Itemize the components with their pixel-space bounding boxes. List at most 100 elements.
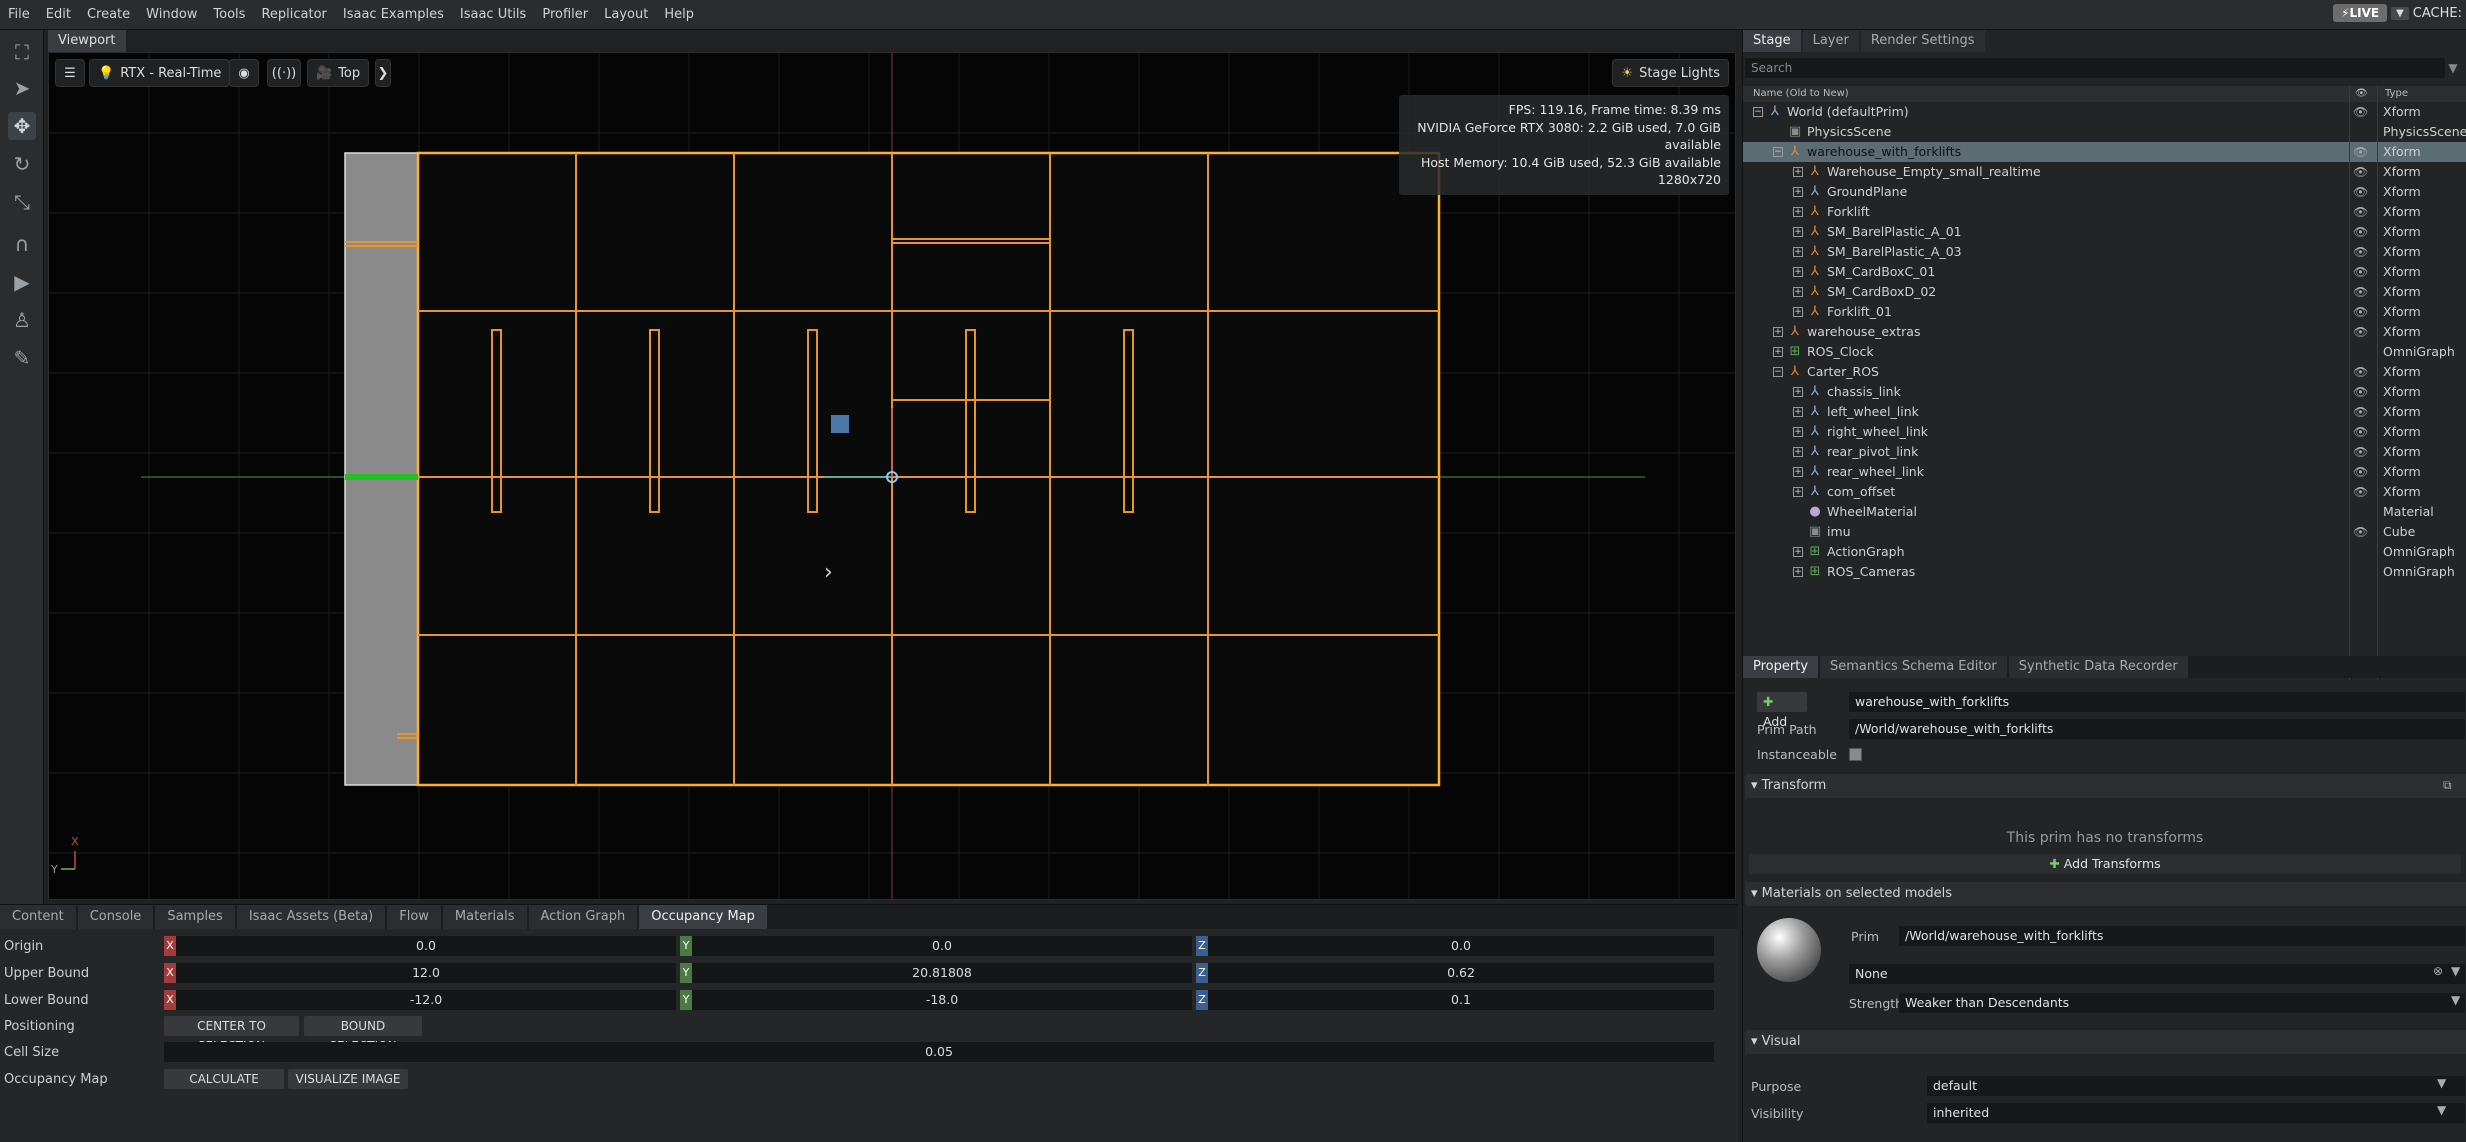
tab-layer[interactable]: Layer xyxy=(1802,30,1859,52)
expand-icon[interactable]: + xyxy=(1793,207,1803,217)
material-assign-field[interactable]: None xyxy=(1849,964,2465,984)
visibility-eye-icon[interactable]: 👁 xyxy=(2353,522,2368,542)
visibility-eye-icon[interactable]: 👁 xyxy=(2353,102,2368,122)
filter-icon[interactable]: ▼ xyxy=(2444,58,2462,78)
tree-row[interactable]: + ⅄ SM_BarelPlastic_A_03 👁 Xform xyxy=(1743,242,2466,262)
expand-icon[interactable]: + xyxy=(1793,167,1803,177)
tree-row[interactable]: + ⅄ SM_CardBoxD_02 👁 Xform xyxy=(1743,282,2466,302)
tab-viewport[interactable]: Viewport xyxy=(48,30,126,52)
sensor-waves-icon[interactable]: ((·)) xyxy=(267,59,301,87)
live-dropdown-button[interactable]: ▼ xyxy=(2391,6,2409,20)
scale-tool-icon[interactable]: ⤡ xyxy=(8,188,36,216)
menu-isaac-utils[interactable]: Isaac Utils xyxy=(452,0,534,30)
viewport[interactable]: › ☰ 💡 RTX - Real-Time ◉ ((·)) 🎥 Top ❯ ☀ Sta… xyxy=(48,52,1736,900)
menu-layout[interactable]: Layout xyxy=(596,0,656,30)
tree-row[interactable]: + ⅄ chassis_link 👁 Xform xyxy=(1743,382,2466,402)
tree-row[interactable]: + ⊞ ActionGraph OmniGraph xyxy=(1743,542,2466,562)
robot-icon[interactable]: ♙ xyxy=(8,306,36,334)
prim-name-field[interactable]: warehouse_with_forklifts xyxy=(1849,692,2465,712)
expand-icon[interactable]: + xyxy=(1793,387,1803,397)
tree-row[interactable]: ▣ imu 👁 Cube xyxy=(1743,522,2466,542)
cell-size-field[interactable]: 0.05 xyxy=(164,1042,1714,1062)
tab-semantics-schema-editor[interactable]: Semantics Schema Editor xyxy=(1820,656,2007,678)
expand-icon[interactable]: + xyxy=(1773,327,1783,337)
tab-property[interactable]: Property xyxy=(1743,656,1819,678)
snap-magnet-icon[interactable]: ∩ xyxy=(8,230,36,258)
tree-row[interactable]: ▣ PhysicsScene PhysicsScene xyxy=(1743,122,2466,142)
column-name-header[interactable]: Name (Old to New) xyxy=(1753,86,1849,102)
purpose-select[interactable]: default xyxy=(1927,1076,2465,1096)
visualize-image-button[interactable]: VISUALIZE IMAGE xyxy=(288,1069,408,1089)
rotate-tool-icon[interactable]: ↻ xyxy=(8,150,36,178)
dropdown-arrow-icon[interactable]: ▼ xyxy=(2451,964,2460,978)
origin-y-field[interactable]: 0.0 xyxy=(692,936,1192,956)
expand-icon[interactable]: + xyxy=(1793,267,1803,277)
camera-button[interactable]: 🎥 Top xyxy=(307,59,370,87)
eye-visibility-icon[interactable]: ◉ xyxy=(229,59,259,87)
lower-z-field[interactable]: 0.1 xyxy=(1208,990,1714,1010)
play-icon[interactable]: ▶ xyxy=(8,268,36,296)
visibility-eye-icon[interactable]: 👁 xyxy=(2353,482,2368,502)
menu-replicator[interactable]: Replicator xyxy=(253,0,334,30)
expand-icon[interactable]: + xyxy=(1793,467,1803,477)
expand-icon[interactable]: + xyxy=(1793,287,1803,297)
expand-icon[interactable]: + xyxy=(1793,407,1803,417)
expand-icon[interactable]: + xyxy=(1793,567,1803,577)
menu-window[interactable]: Window xyxy=(138,0,205,30)
tab-synthetic-data-recorder[interactable]: Synthetic Data Recorder xyxy=(2008,656,2188,678)
visibility-eye-icon[interactable]: 👁 xyxy=(2353,402,2368,422)
tab-isaac-assets[interactable]: Isaac Assets (Beta) xyxy=(236,905,386,929)
add-transforms-button[interactable]: ✚ Add Transforms xyxy=(1749,854,2461,874)
tree-row[interactable]: + ⅄ GroundPlane 👁 Xform xyxy=(1743,182,2466,202)
collapse-icon[interactable]: − xyxy=(1773,367,1783,377)
column-type-header[interactable]: Type xyxy=(2385,86,2408,102)
expand-icon[interactable]: + xyxy=(1793,247,1803,257)
tree-row[interactable]: + ⅄ SM_CardBoxC_01 👁 Xform xyxy=(1743,262,2466,282)
toolbar-expand-icon[interactable]: ❯ xyxy=(375,59,391,87)
menu-isaac-examples[interactable]: Isaac Examples xyxy=(335,0,452,30)
tab-action-graph[interactable]: Action Graph xyxy=(528,905,638,929)
visibility-eye-icon[interactable]: 👁 xyxy=(2353,262,2368,282)
transform-menu-icon[interactable]: ⧉ xyxy=(2443,778,2452,793)
move-tool-icon[interactable]: ✥ xyxy=(8,112,36,140)
live-button[interactable]: ⚡LIVE xyxy=(2333,4,2388,22)
menu-edit[interactable]: Edit xyxy=(38,0,79,30)
stage-search-input[interactable]: Search xyxy=(1745,58,2445,78)
add-button[interactable]: ✚ Add xyxy=(1757,692,1807,729)
clear-icon[interactable]: ⊗ xyxy=(2433,964,2443,978)
visibility-eye-icon[interactable]: 👁 xyxy=(2353,242,2368,262)
tree-row[interactable]: − ⅄ World (defaultPrim) 👁 Xform xyxy=(1743,102,2466,122)
strength-select[interactable]: Weaker than Descendants xyxy=(1899,993,2465,1013)
tab-occupancy-map[interactable]: Occupancy Map xyxy=(639,905,767,929)
tree-row[interactable]: + ⅄ right_wheel_link 👁 Xform xyxy=(1743,422,2466,442)
visibility-eye-icon[interactable]: 👁 xyxy=(2353,322,2368,342)
visibility-select[interactable]: inherited xyxy=(1927,1103,2465,1123)
visibility-eye-icon[interactable]: 👁 xyxy=(2353,462,2368,482)
material-prim-field[interactable]: /World/warehouse_with_forklifts xyxy=(1899,926,2465,946)
tab-stage[interactable]: Stage xyxy=(1743,30,1801,52)
lower-y-field[interactable]: -18.0 xyxy=(692,990,1192,1010)
expand-icon[interactable]: + xyxy=(1793,427,1803,437)
visual-section-header[interactable]: ▾ Visual xyxy=(1745,1030,2466,1054)
expand-icon[interactable]: + xyxy=(1793,307,1803,317)
visibility-eye-icon[interactable]: 👁 xyxy=(2353,422,2368,442)
paint-brush-icon[interactable]: ✎ xyxy=(8,344,36,372)
collapse-icon[interactable]: − xyxy=(1773,147,1783,157)
materials-section-header[interactable]: ▾ Materials on selected models xyxy=(1745,882,2466,906)
visibility-eye-icon[interactable]: 👁 xyxy=(2353,302,2368,322)
visibility-eye-icon[interactable]: 👁 xyxy=(2353,382,2368,402)
tree-row[interactable]: − ⅄ warehouse_with_forklifts 👁 Xform xyxy=(1743,142,2466,162)
prim-path-field[interactable]: /World/warehouse_with_forklifts xyxy=(1849,719,2465,739)
expand-icon[interactable]: + xyxy=(1793,227,1803,237)
transform-section-header[interactable]: ▾ Transform xyxy=(1745,774,2466,798)
origin-x-field[interactable]: 0.0 xyxy=(176,936,676,956)
menu-profiler[interactable]: Profiler xyxy=(534,0,596,30)
tree-row[interactable]: + ⅄ left_wheel_link 👁 Xform xyxy=(1743,402,2466,422)
tree-row[interactable]: + ⅄ warehouse_extras 👁 Xform xyxy=(1743,322,2466,342)
tree-row[interactable]: + ⅄ rear_wheel_link 👁 Xform xyxy=(1743,462,2466,482)
camera-frame-icon[interactable]: ⛶ xyxy=(8,38,36,66)
tab-flow[interactable]: Flow xyxy=(387,905,441,929)
expand-icon[interactable]: + xyxy=(1793,547,1803,557)
visibility-eye-icon[interactable]: 👁 xyxy=(2353,282,2368,302)
upper-z-field[interactable]: 0.62 xyxy=(1208,963,1714,983)
